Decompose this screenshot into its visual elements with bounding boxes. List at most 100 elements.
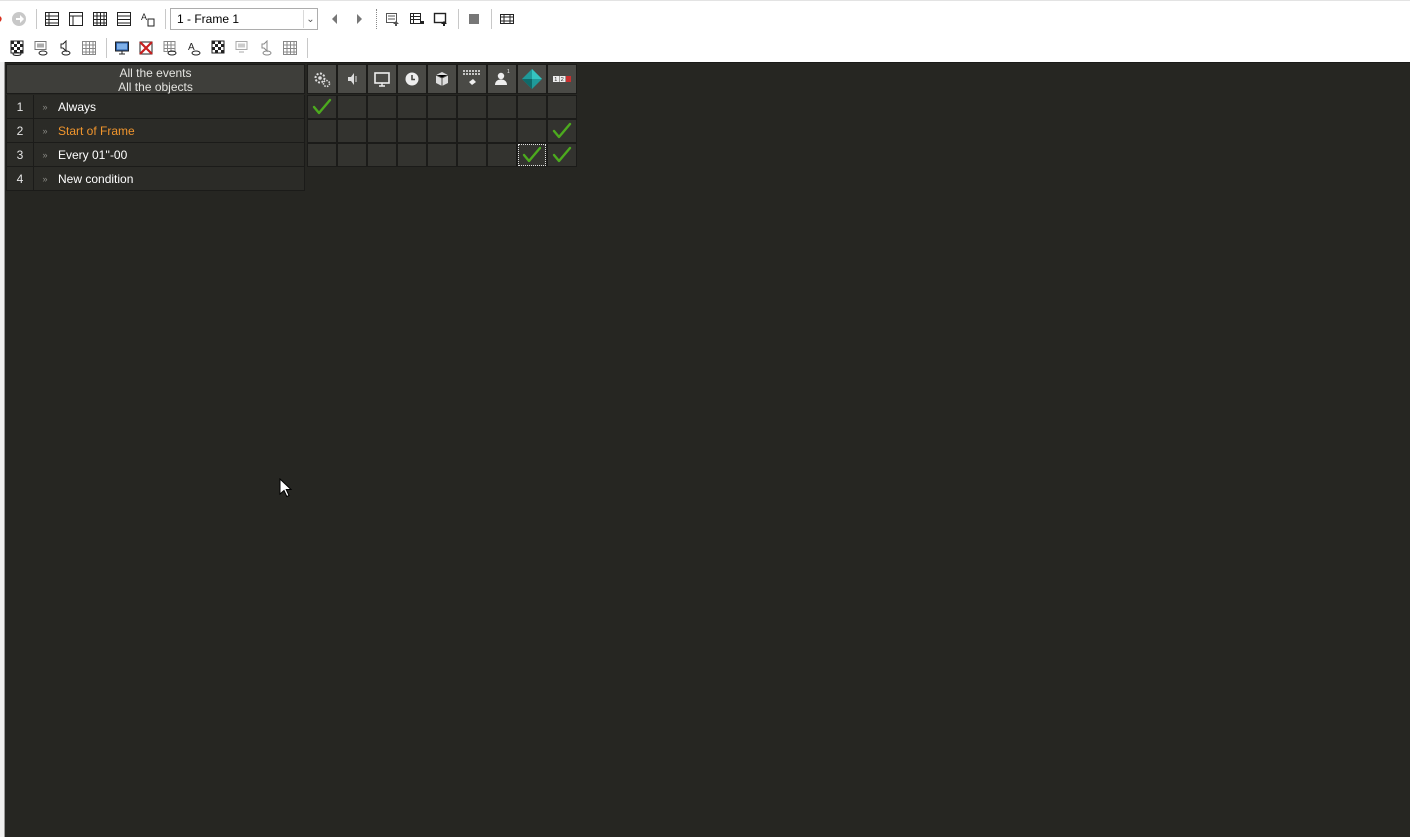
checker-eye-icon[interactable] [207,37,229,59]
event-row-new[interactable]: 4 » New condition [6,167,305,191]
stop-icon[interactable] [463,8,485,30]
condition-cell[interactable] [397,143,427,167]
insert-icon[interactable] [382,8,404,30]
new-condition[interactable]: New condition [56,172,133,186]
grid-icon[interactable] [78,37,100,59]
svg-text:A: A [141,12,147,22]
condition-cell[interactable] [367,119,397,143]
events-header-line2: All the objects [118,80,193,94]
text-icon[interactable]: A [137,8,159,30]
next-frame-icon[interactable] [348,8,370,30]
special-gear-icon[interactable] [307,64,337,94]
layout-icon[interactable] [65,8,87,30]
player-icon[interactable]: 1 [487,64,517,94]
condition-cell[interactable] [547,143,577,167]
condition-cell[interactable] [427,143,457,167]
eye-icon[interactable] [0,37,4,59]
grid-small-icon[interactable] [279,37,301,59]
condition-cell[interactable] [457,143,487,167]
checker-icon[interactable] [6,37,28,59]
event-number: 1 [7,95,34,118]
counter-icon[interactable]: 12 [547,64,577,94]
speaker-small-icon[interactable] [255,37,277,59]
condition-cell[interactable] [367,143,397,167]
condition-cell[interactable] [307,95,337,119]
storyboard-monitor-icon[interactable] [367,64,397,94]
event-number: 4 [7,167,34,190]
events-header[interactable]: All the events All the objects [6,64,305,94]
toolbar-separator [165,9,166,29]
expand-arrow-icon[interactable]: » [34,102,56,112]
event-row[interactable]: 1 » Always [6,95,305,119]
toolbar-separator [458,9,459,29]
condition-cell[interactable] [547,119,577,143]
monitor-small-icon[interactable] [231,37,253,59]
grid-view-icon[interactable] [89,8,111,30]
frame-select[interactable]: 1 - Frame 1 ⌄ [170,8,318,30]
toolbar-separator [106,38,107,58]
chevron-down-icon[interactable]: ⌄ [303,10,317,28]
forward-icon[interactable] [8,8,30,30]
condition-cell[interactable] [367,95,397,119]
event-condition[interactable]: Always [56,100,96,114]
expand-arrow-icon[interactable]: » [34,126,56,136]
expand-arrow-icon[interactable]: » [34,174,56,184]
condition-cell[interactable] [337,95,367,119]
list-view-icon[interactable] [113,8,135,30]
frame-select-value: 1 - Frame 1 [177,12,240,26]
condition-cell[interactable] [337,119,367,143]
checkmark-icon [312,98,332,115]
event-condition[interactable]: Every 01''-00 [56,148,127,162]
condition-cell[interactable] [337,143,367,167]
condition-cell[interactable] [487,95,517,119]
event-number: 3 [7,143,34,166]
checkmark-icon [522,146,542,163]
toolbar-row-main: A 1 - Frame 1 ⌄ [0,6,520,32]
toolbar-separator [307,38,308,58]
condition-cell[interactable] [307,143,337,167]
previous-frame-icon[interactable] [324,8,346,30]
condition-cell[interactable] [307,119,337,143]
checkmark-icon [552,122,572,139]
condition-cell[interactable] [457,95,487,119]
condition-cell[interactable] [517,95,547,119]
toolbar-area: A 1 - Frame 1 ⌄ A [0,0,1410,62]
monitor-eye-icon[interactable] [30,37,52,59]
sound-icon[interactable] [337,64,367,94]
grid-eye-icon[interactable] [159,37,181,59]
condition-cell[interactable] [457,119,487,143]
event-condition[interactable]: Start of Frame [56,124,135,138]
record-icon[interactable] [0,8,6,30]
insert-row-icon[interactable] [406,8,428,30]
toolbar-separator [491,9,492,29]
crossed-icon[interactable] [135,37,157,59]
timer-clock-icon[interactable] [397,64,427,94]
event-row[interactable]: 3 » Every 01''-00 [6,143,305,167]
keyboard-mouse-icon[interactable] [457,64,487,94]
condition-cell[interactable] [547,95,577,119]
condition-cell[interactable] [397,119,427,143]
expand-arrow-icon[interactable]: » [34,150,56,160]
svg-text:1: 1 [554,77,557,83]
text-eye-icon[interactable]: A [183,37,205,59]
insert-frame-icon[interactable] [430,8,452,30]
speaker-eye-icon[interactable] [54,37,76,59]
event-row[interactable]: 2 » Start of Frame [6,119,305,143]
mouse-cursor-icon [279,478,293,498]
condition-cell[interactable] [427,119,457,143]
condition-cell[interactable] [517,143,547,167]
toolbar-row-view: A [0,35,312,61]
film-icon[interactable] [496,8,518,30]
event-editor[interactable]: All the events All the objects 1 » Alway… [5,62,1410,837]
checkmark-icon [552,146,572,163]
active-diamond-icon[interactable] [517,64,547,94]
condition-cell[interactable] [487,143,517,167]
condition-cell[interactable] [427,95,457,119]
event-list-icon[interactable] [41,8,63,30]
condition-cell[interactable] [517,119,547,143]
create-object-cube-icon[interactable] [427,64,457,94]
condition-cell[interactable] [397,95,427,119]
toolbar-separator [376,9,378,29]
display-icon[interactable] [111,37,133,59]
condition-cell[interactable] [487,119,517,143]
